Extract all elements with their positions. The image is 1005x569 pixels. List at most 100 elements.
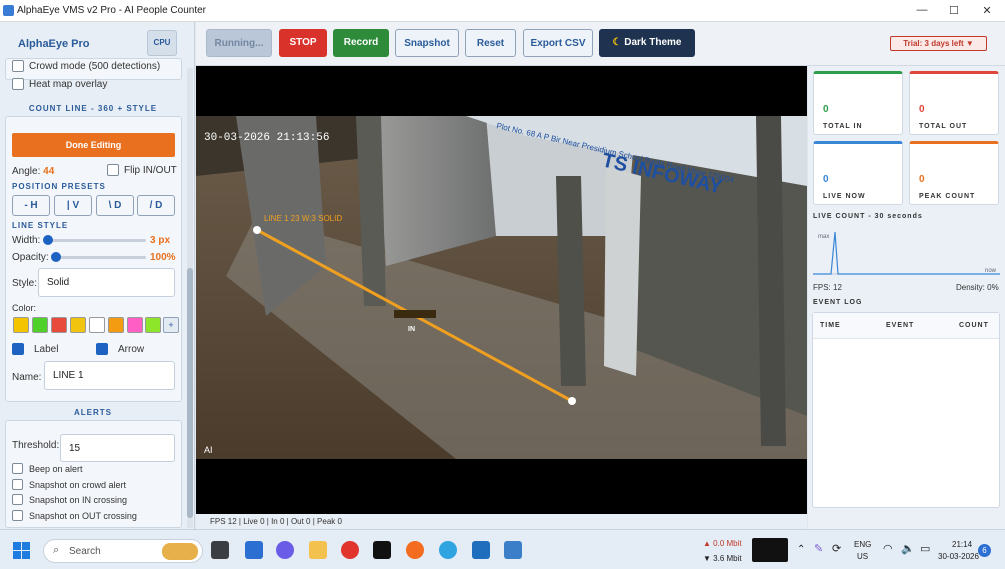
sync-icon[interactable]: ⟳	[832, 542, 841, 555]
crowd-mode-option[interactable]: Crowd mode (500 detections)	[12, 60, 160, 72]
tray-overflow-icon[interactable]: ⌃	[797, 544, 805, 555]
windows-start-icon[interactable]	[13, 542, 30, 559]
camera-corner-label: AI	[204, 445, 213, 455]
wifi-icon[interactable]: ◠	[883, 542, 893, 555]
total-in-label: TOTAL IN	[823, 123, 863, 130]
preset-diagonal-forward-button[interactable]: / D	[137, 195, 175, 216]
arrow-option[interactable]: Arrow	[96, 343, 144, 355]
cpu-badge[interactable]: CPU	[147, 30, 177, 56]
clock-date[interactable]: 30-03-2026	[938, 552, 979, 561]
record-button[interactable]: Record	[333, 29, 389, 57]
snapshot-in-checkbox[interactable]	[12, 494, 23, 505]
arrow-checkbox[interactable]	[96, 343, 108, 355]
flip-option[interactable]: Flip IN/OUT	[107, 164, 177, 176]
title-bar: AlphaEye VMS v2 Pro - AI People Counter …	[0, 0, 1005, 22]
width-slider-handle[interactable]	[43, 235, 53, 245]
tray-app-icon[interactable]	[752, 538, 788, 562]
settings-scroll-area: Crowd mode (500 detections) Heat map ove…	[0, 58, 186, 529]
stop-button[interactable]: STOP	[279, 29, 327, 57]
file-explorer-icon[interactable]	[309, 541, 327, 559]
pen-icon[interactable]: ✎	[814, 542, 823, 555]
label-toggle-label: Label	[34, 343, 59, 355]
dark-theme-button[interactable]: ☾ Dark Theme	[599, 29, 695, 57]
flip-checkbox[interactable]	[107, 164, 119, 176]
status-bar: FPS 12 | Live 0 | In 0 | Out 0 | Peak 0	[196, 514, 807, 529]
search-highlight-icon	[162, 543, 198, 560]
label-checkbox[interactable]	[12, 343, 24, 355]
tradingview-icon[interactable]	[373, 541, 391, 559]
color-swatch-orange[interactable]	[108, 317, 124, 333]
export-csv-button[interactable]: Export CSV	[523, 29, 593, 57]
live-now-label: LIVE NOW	[823, 193, 866, 200]
opacity-slider-handle[interactable]	[51, 252, 61, 262]
trial-dropdown[interactable]: Trial: 3 days left ▼	[890, 36, 987, 51]
chat-icon[interactable]	[276, 541, 294, 559]
width-slider-track[interactable]	[44, 239, 146, 242]
snapshot-crowd-option[interactable]: Snapshot on crowd alert	[12, 479, 126, 490]
brand-title: AlphaEye Pro	[18, 38, 90, 50]
beep-option[interactable]: Beep on alert	[12, 463, 83, 474]
color-swatch-green[interactable]	[32, 317, 48, 333]
minimize-button[interactable]: —	[914, 4, 930, 16]
sidebar-scrollbar[interactable]	[187, 68, 193, 528]
color-swatch-pink[interactable]	[127, 317, 143, 333]
taskbar-search[interactable]: ⌕ Search	[43, 539, 203, 563]
close-button[interactable]: ✕	[979, 4, 995, 17]
opacity-slider-track[interactable]	[52, 256, 146, 259]
snapshot-out-option[interactable]: Snapshot on OUT crossing	[12, 510, 137, 521]
event-log-table: TIME EVENT COUNT	[812, 312, 1000, 508]
snapshot-crowd-checkbox[interactable]	[12, 479, 23, 490]
peak-count-card: 0 PEAK COUNT	[909, 141, 999, 205]
telegram-icon[interactable]	[439, 541, 457, 559]
threshold-input[interactable]: 15	[60, 434, 175, 462]
clock-time[interactable]: 21:14	[952, 540, 972, 549]
battery-icon[interactable]: ▭	[920, 542, 930, 555]
line-name-input[interactable]: LINE 1	[44, 361, 175, 390]
crowd-mode-checkbox[interactable]	[12, 60, 24, 72]
line-style-heading: LINE STYLE	[12, 221, 69, 230]
firefox-icon[interactable]	[406, 541, 424, 559]
color-swatch-yellow[interactable]	[13, 317, 29, 333]
notification-badge[interactable]: 6	[978, 544, 991, 557]
speaker-icon[interactable]: 🔈	[901, 542, 915, 555]
event-log-heading: EVENT LOG	[813, 299, 863, 306]
arrow-toggle-label: Arrow	[118, 343, 145, 355]
snapshot-out-label: Snapshot on OUT crossing	[29, 510, 137, 521]
running-button[interactable]: Running...	[206, 29, 272, 57]
snapshot-button[interactable]: Snapshot	[395, 29, 459, 57]
snapshot-out-checkbox[interactable]	[12, 510, 23, 521]
preset-horizontal-button[interactable]: - H	[12, 195, 50, 216]
done-editing-button[interactable]: Done Editing	[12, 133, 175, 157]
maximize-button[interactable]: ☐	[946, 4, 962, 17]
beep-checkbox[interactable]	[12, 463, 23, 474]
count-line-end-handle[interactable]	[568, 397, 576, 405]
color-swatch-lime[interactable]	[145, 317, 161, 333]
language-region[interactable]: US	[857, 552, 868, 561]
color-swatch-gold[interactable]	[70, 317, 86, 333]
preset-diagonal-back-button[interactable]: \ D	[96, 195, 134, 216]
sidebar-scrollbar-thumb[interactable]	[187, 268, 193, 518]
label-option[interactable]: Label	[12, 343, 58, 355]
add-color-button[interactable]: +	[163, 317, 179, 333]
app-red-icon[interactable]	[341, 541, 359, 559]
color-swatch-red[interactable]	[51, 317, 67, 333]
heatmap-checkbox[interactable]	[12, 78, 24, 90]
widgets-icon[interactable]	[245, 541, 263, 559]
task-view-icon[interactable]	[211, 541, 229, 559]
count-line-start-handle[interactable]	[253, 226, 261, 234]
event-log-col-event: EVENT	[886, 322, 915, 329]
snapshot-in-option[interactable]: Snapshot on IN crossing	[12, 494, 127, 505]
live-count-heading: LIVE COUNT - 30 seconds	[813, 213, 923, 220]
position-presets-heading: POSITION PRESETS	[12, 182, 106, 191]
alphaeye-app-icon[interactable]	[504, 541, 522, 559]
reset-button[interactable]: Reset	[465, 29, 516, 57]
notepad-icon[interactable]	[472, 541, 490, 559]
threshold-label: Threshold:	[12, 440, 60, 451]
language-code[interactable]: ENG	[854, 540, 871, 549]
heatmap-label: Heat map overlay	[29, 78, 108, 90]
camera-feed[interactable]: TS INFOWAY Plot No. 68 A P Bir Near Pres…	[196, 116, 807, 459]
color-swatch-white[interactable]	[89, 317, 105, 333]
style-select[interactable]: Solid	[38, 268, 175, 297]
preset-vertical-button[interactable]: | V	[54, 195, 92, 216]
heatmap-option[interactable]: Heat map overlay	[12, 78, 107, 90]
